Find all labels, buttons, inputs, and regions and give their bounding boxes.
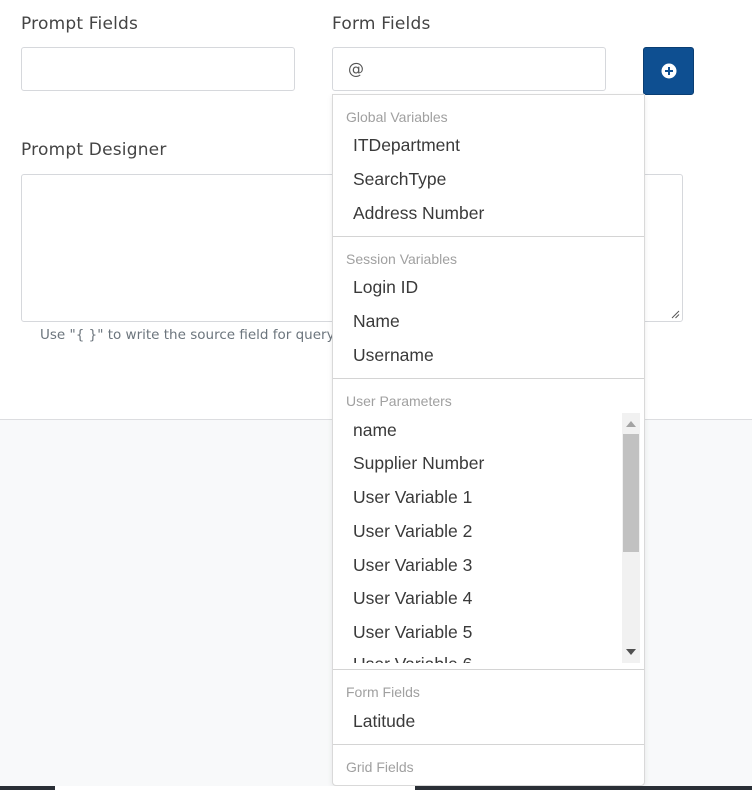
option-item[interactable]: User Variable 4 [353,588,472,609]
option-item[interactable]: User Variable 5 [353,622,472,643]
group-header-form-fields: Form Fields [346,684,420,700]
option-item[interactable]: Login ID [353,277,418,298]
option-item[interactable]: ITDepartment [353,135,460,156]
group-header-user-parameters: User Parameters [346,393,452,409]
hint-text: Use "{ }" to write the source field for … [40,327,335,343]
form-fields-label: Form Fields [332,14,431,34]
form-fields-input[interactable]: @ [332,47,606,91]
option-item[interactable]: Username [353,345,434,366]
prompt-fields-label: Prompt Fields [21,14,139,34]
option-item[interactable]: name [353,420,397,441]
group-header-global-variables: Global Variables [346,109,448,125]
option-item[interactable]: User Variable 1 [353,487,472,508]
scroll-down-arrow-icon[interactable] [626,649,636,655]
group-divider [333,744,644,745]
add-button[interactable] [643,47,694,95]
bottom-strip-dark-left [0,786,55,790]
option-item[interactable]: User Variable 3 [353,555,472,576]
user-parameters-list[interactable]: name Supplier Number User Variable 1 Use… [333,413,644,663]
option-item[interactable]: User Variable 6 [353,654,472,663]
scroll-up-arrow-icon[interactable] [626,421,636,427]
group-divider [333,378,644,379]
option-item[interactable]: SearchType [353,169,446,190]
group-header-grid-fields: Grid Fields [346,759,414,775]
group-divider [333,669,644,670]
option-item[interactable]: Latitude [353,711,415,732]
bottom-strip-dark-right [415,786,752,790]
scroll-thumb[interactable] [623,434,639,552]
group-divider [333,236,644,237]
option-item[interactable]: Name [353,311,400,332]
group-header-session-variables: Session Variables [346,251,458,267]
variables-dropdown[interactable]: Global Variables ITDepartment SearchType… [332,94,645,786]
prompt-designer-label: Prompt Designer [21,140,167,160]
option-item[interactable]: Supplier Number [353,453,484,474]
resize-grip-icon[interactable] [670,309,680,319]
plus-circle-icon [661,63,676,79]
scrollbar[interactable] [622,413,640,663]
prompt-fields-input[interactable] [21,47,295,91]
option-item[interactable]: User Variable 2 [353,521,472,542]
option-item[interactable]: Address Number [353,203,484,224]
